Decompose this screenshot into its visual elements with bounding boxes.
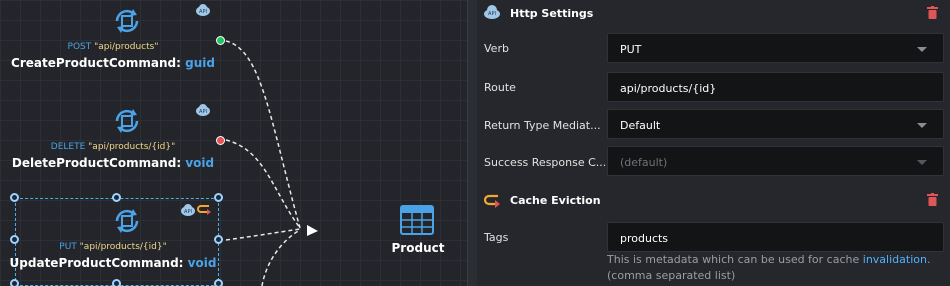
command-cycle-icon <box>115 109 139 133</box>
cache-eviction-icon <box>483 194 500 208</box>
svg-text:API: API <box>488 11 496 17</box>
properties-panel: API Http Settings Verb PUT Route api/pro… <box>477 0 950 286</box>
http-verb: POST <box>67 42 92 52</box>
create-link <box>225 40 301 229</box>
chevron-down-icon <box>917 47 927 52</box>
svg-text:API: API <box>199 109 207 115</box>
command-name-line: UpdateProductCommand: void <box>0 256 228 270</box>
trash-icon[interactable] <box>927 193 938 206</box>
tags-input[interactable]: products <box>607 222 944 252</box>
return-type-label: Return Type Mediat... <box>484 119 601 132</box>
chevron-down-icon <box>917 160 927 165</box>
designer-window: API POST "api/products" CreateProductCom… <box>0 0 950 286</box>
route-label: Route <box>484 81 516 94</box>
invalidation-link[interactable]: invalidation <box>863 253 927 266</box>
command-name: CreateProductCommand: <box>11 56 181 70</box>
diagram-canvas[interactable]: API POST "api/products" CreateProductCom… <box>0 0 467 286</box>
resize-handle-bottom[interactable] <box>112 279 121 286</box>
tags-label: Tags <box>484 231 509 244</box>
resize-handle-top-right[interactable] <box>214 193 223 202</box>
output-port-error[interactable] <box>216 136 225 145</box>
command-name: DeleteProductCommand: <box>11 156 182 170</box>
resize-handle-top[interactable] <box>112 193 121 202</box>
cloud-api-icon: API <box>484 5 500 19</box>
tags-hint: This is metadata which can be used for c… <box>607 252 947 284</box>
http-route: "api/products/{id}" <box>88 142 176 152</box>
output-port-connected[interactable] <box>216 36 225 45</box>
route-value: api/products/{id} <box>620 82 717 95</box>
http-verb: DELETE <box>50 142 86 152</box>
section-title: Cache Eviction <box>510 194 601 207</box>
resize-handle-bottom-left[interactable] <box>10 279 19 286</box>
panel-splitter[interactable] <box>467 0 477 286</box>
verb-value: PUT <box>620 43 642 56</box>
hint-text: This is metadata which can be used for c… <box>607 253 863 266</box>
verb-label: Verb <box>484 42 509 55</box>
entity-name: Product <box>391 241 445 255</box>
trash-icon[interactable] <box>927 6 938 19</box>
other-link <box>261 229 301 286</box>
cloud-api-icon: API <box>196 4 210 16</box>
http-route: "api/products/{id}" <box>79 242 167 252</box>
cache-eviction-header[interactable]: Cache Eviction <box>477 187 950 213</box>
return-type-value: Default <box>620 119 661 132</box>
svg-text:API: API <box>199 9 207 15</box>
section-title: Http Settings <box>510 7 594 20</box>
http-route: "api/products" <box>94 42 159 52</box>
resize-handle-left[interactable] <box>10 235 19 244</box>
command-return-type: void <box>187 256 217 270</box>
route-input[interactable]: api/products/{id} <box>607 72 944 102</box>
command-return-type: void <box>185 156 215 170</box>
update-link <box>225 228 301 241</box>
chevron-down-icon <box>917 123 927 128</box>
command-name-line: CreateProductCommand: guid <box>0 56 228 70</box>
command-name-line: DeleteProductCommand: void <box>0 156 228 170</box>
http-route-line: PUT "api/products/{id}" <box>10 242 216 252</box>
command-name: UpdateProductCommand: <box>9 256 184 270</box>
command-return-type: guid <box>185 56 215 70</box>
success-response-placeholder: (default) <box>620 156 668 169</box>
success-response-label: Success Response C... <box>484 156 607 169</box>
http-route-line: DELETE "api/products/{id}" <box>10 142 216 152</box>
cache-eviction-icon <box>197 205 211 215</box>
http-settings-header[interactable]: API Http Settings <box>477 0 950 26</box>
http-route-line: POST "api/products" <box>10 42 216 52</box>
command-cycle-icon <box>115 9 139 33</box>
svg-text:API: API <box>184 209 192 215</box>
tags-value: products <box>620 232 669 245</box>
cloud-api-icon: API <box>196 104 210 116</box>
resize-handle-right[interactable] <box>214 235 223 244</box>
resize-handle-top-left[interactable] <box>10 193 19 202</box>
return-type-select[interactable]: Default <box>607 109 944 139</box>
http-verb: PUT <box>59 242 77 252</box>
cloud-api-icon: API <box>181 204 195 216</box>
entity-table-icon <box>400 205 434 235</box>
command-cycle-icon <box>115 209 139 233</box>
resize-handle-bottom-right[interactable] <box>214 279 223 286</box>
success-response-select[interactable]: (default) <box>607 146 944 176</box>
verb-select[interactable]: PUT <box>607 33 944 63</box>
link-arrowhead <box>307 225 318 236</box>
